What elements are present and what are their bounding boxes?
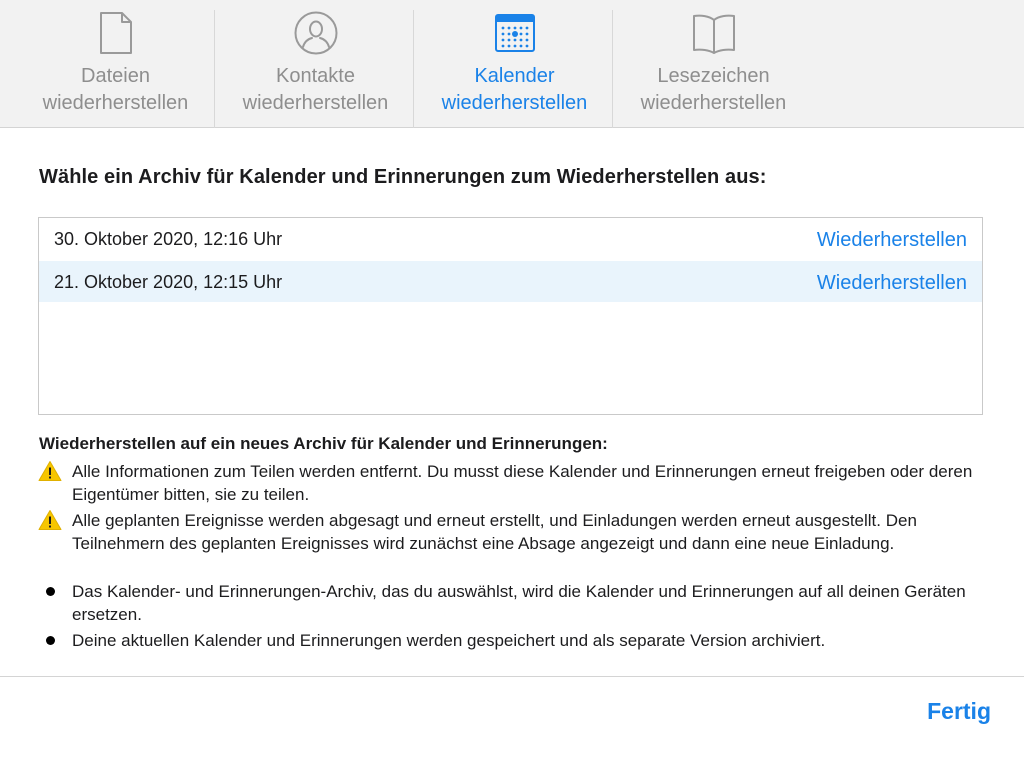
tab-label-line1: Kalender <box>474 65 555 87</box>
tab-restore-bookmarks[interactable]: Lesezeichen wiederherstellen <box>614 0 813 127</box>
document-icon <box>16 10 215 56</box>
tab-label-line2: wiederherstellen <box>441 92 588 114</box>
calendar-icon <box>415 10 614 56</box>
tab-divider <box>214 10 215 128</box>
bullet-icon <box>38 629 62 651</box>
tab-restore-files[interactable]: Dateien wiederherstellen <box>16 0 215 127</box>
tab-restore-contacts[interactable]: Kontakte wiederherstellen <box>216 0 415 127</box>
tab-restore-calendars[interactable]: Kalender wiederherstellen <box>415 0 614 127</box>
tab-divider <box>413 10 414 128</box>
archive-row[interactable]: 30. Oktober 2020, 12:16 Uhr Wiederherste… <box>39 218 982 259</box>
archive-date: 30. Oktober 2020, 12:16 Uhr <box>54 229 283 249</box>
restore-button[interactable]: Wiederherstellen <box>817 229 967 252</box>
footer-divider <box>0 676 1024 677</box>
warning-icon <box>38 460 62 482</box>
contact-icon <box>216 10 415 56</box>
page-title: Wähle ein Archiv für Kalender und Erinne… <box>39 166 767 188</box>
restore-button[interactable]: Wiederherstellen <box>817 272 967 295</box>
restore-tab-bar: Dateien wiederherstellen Kontakte wieder… <box>0 0 1024 128</box>
done-button[interactable]: Fertig <box>927 698 991 725</box>
archive-row[interactable]: 21. Oktober 2020, 12:15 Uhr Wiederherste… <box>39 261 982 302</box>
info-item: Deine aktuellen Kalender und Erinnerunge… <box>72 631 826 650</box>
tab-divider <box>612 10 613 128</box>
tab-label-line2: wiederherstellen <box>42 92 189 114</box>
info-item: Das Kalender- und Erinnerungen-Archiv, d… <box>72 582 966 624</box>
tab-label-line1: Kontakte <box>276 65 355 87</box>
info-item: Alle Informationen zum Teilen werden ent… <box>72 462 973 504</box>
bookmark-icon <box>614 10 813 56</box>
info-title: Wiederherstellen auf ein neues Archiv fü… <box>39 434 608 453</box>
warning-icon <box>38 509 62 531</box>
tab-label-line1: Lesezeichen <box>657 65 770 87</box>
archive-date: 21. Oktober 2020, 12:15 Uhr <box>54 272 283 292</box>
bullet-icon <box>38 580 62 602</box>
tab-label-line1: Dateien <box>81 65 150 87</box>
tab-label-line2: wiederherstellen <box>640 92 787 114</box>
archive-list: 30. Oktober 2020, 12:16 Uhr Wiederherste… <box>38 217 983 415</box>
tab-label-line2: wiederherstellen <box>242 92 389 114</box>
info-item: Alle geplanten Ereignisse werden abgesag… <box>72 511 917 553</box>
